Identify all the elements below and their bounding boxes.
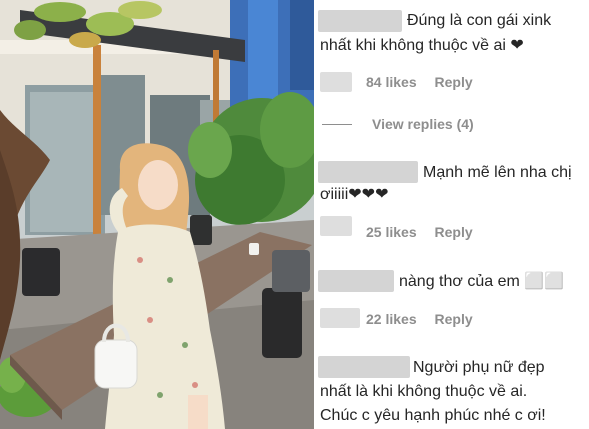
redacted-avatar: [320, 216, 352, 236]
likes-count[interactable]: 84 likes: [366, 74, 417, 90]
redacted-username: [318, 270, 394, 292]
redacted-username: [318, 161, 418, 183]
comment-text: Người phụ nữ đẹp: [413, 359, 545, 376]
redacted-username: [318, 10, 402, 32]
comment-text: nhất là khi không thuộc về ai.: [320, 383, 528, 400]
likes-count[interactable]: 22 likes: [366, 311, 417, 327]
reply-button[interactable]: Reply: [435, 74, 473, 90]
likes-count[interactable]: 25 likes: [366, 224, 417, 240]
comments-panel: Đúng là con gái xink nhất khi không thuộ…: [314, 0, 589, 429]
comment-text: nhất khi không thuộc về ai ❤: [320, 37, 524, 54]
comment-meta: 84 likes Reply: [366, 74, 473, 90]
redacted-avatar: [320, 308, 360, 328]
post-photo: [0, 0, 314, 429]
reply-button[interactable]: Reply: [435, 224, 473, 240]
comment-text: Đúng là con gái xink: [407, 12, 552, 29]
comment-text: ơiiiii❤❤❤: [320, 186, 389, 203]
comment-meta: 25 likes Reply: [366, 224, 473, 240]
comment-text: Chúc c yêu hạnh phúc nhé c ơi!: [320, 407, 546, 424]
view-replies-line: [322, 124, 352, 125]
reply-button[interactable]: Reply: [435, 311, 473, 327]
comment-meta: 22 likes Reply: [366, 311, 473, 327]
redacted-avatar: [320, 72, 352, 92]
redacted-username: [318, 356, 410, 378]
comment-text: nàng thơ của em ⬜⬜: [399, 273, 565, 290]
comment-text: Mạnh mẽ lên nha chị: [423, 164, 572, 181]
view-replies-button[interactable]: View replies (4): [372, 116, 474, 132]
